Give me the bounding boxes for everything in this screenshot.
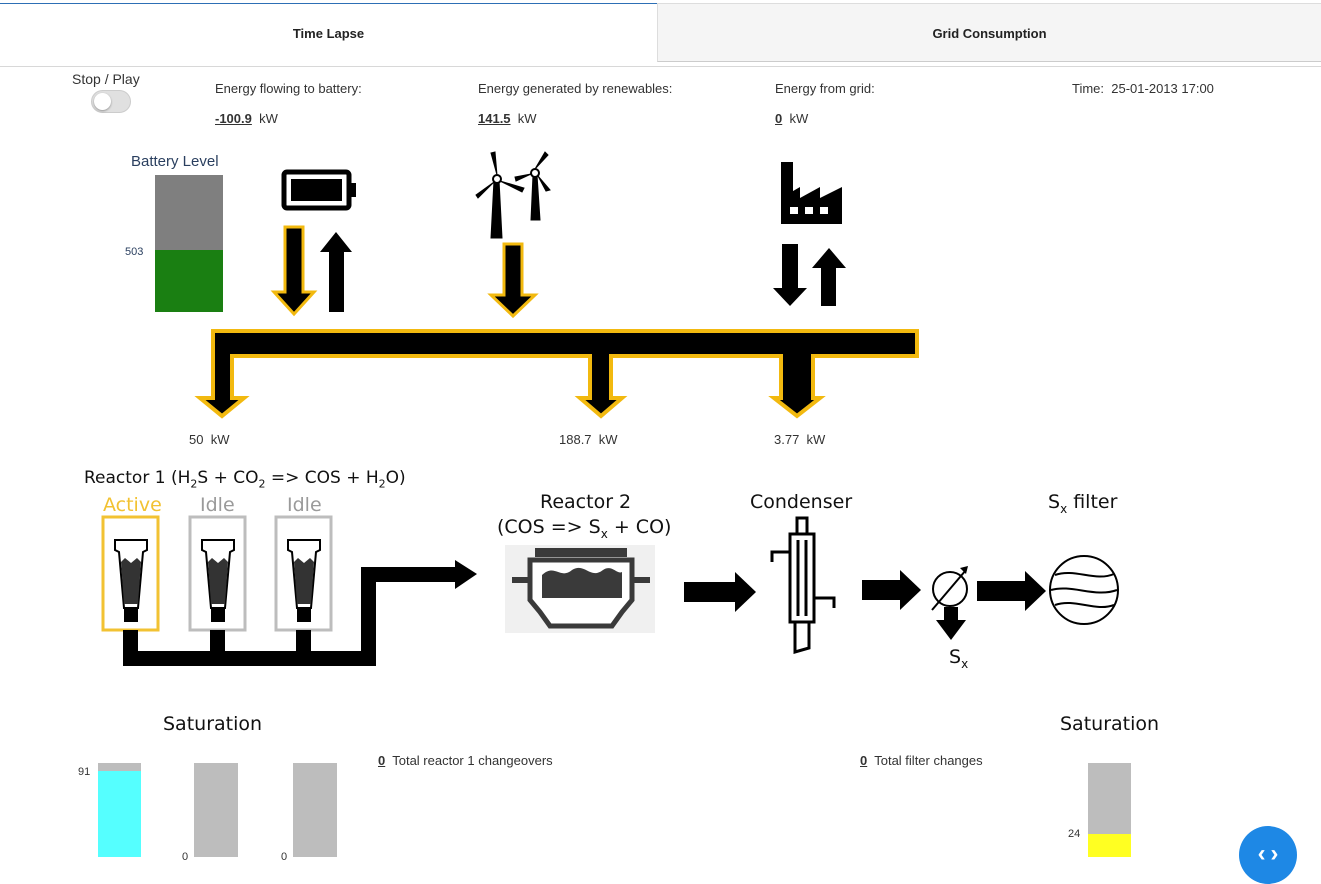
reactor-changeovers-counter: 0 Total reactor 1 changeovers — [378, 753, 553, 768]
reactor1-unit-3-status: Idle — [287, 494, 322, 516]
grid-down-arrow — [773, 244, 807, 306]
factory-icon — [781, 162, 842, 224]
saturation-bar-3-value: 0 — [281, 851, 288, 863]
code-icon: ‹ › — [1257, 840, 1279, 867]
reactor1-unit-1-status: Active — [103, 494, 162, 516]
separator-to-filter-arrow — [977, 571, 1046, 611]
consumer-3-unit: kW — [806, 432, 826, 447]
filter-saturation-bar — [1088, 763, 1131, 857]
reactor2-icon — [505, 545, 655, 633]
filter-title: Sx filter — [1048, 491, 1118, 516]
renewables-down-arrow — [487, 242, 539, 319]
saturation-bar-2 — [194, 763, 238, 857]
battery-down-arrow — [270, 225, 318, 317]
filter-changes-label: Total filter changes — [874, 753, 983, 768]
reactor1-unit-1 — [101, 515, 160, 632]
grid-up-arrow — [812, 248, 846, 306]
reactor2-to-condenser-arrow — [684, 572, 756, 612]
reactor1-unit-2-status: Idle — [200, 494, 235, 516]
condenser-to-separator-arrow — [862, 570, 921, 610]
battery-icon — [281, 169, 356, 211]
condenser-icon — [770, 516, 836, 654]
reactor1-title: Reactor 1 (H2S + CO2 => COS + H2O) — [84, 468, 406, 491]
reactor-changeovers-label: Total reactor 1 changeovers — [392, 753, 553, 768]
power-bus — [194, 329, 919, 419]
filter-changes-value: 0 — [860, 753, 868, 768]
reactor2-title: Reactor 2 — [540, 491, 632, 513]
consumer-1-unit: kW — [210, 432, 230, 447]
saturation-right-title: Saturation — [1060, 713, 1160, 735]
filter-saturation-fill — [1088, 834, 1131, 857]
filter-saturation-value: 24 — [1068, 828, 1081, 840]
reactor1-unit-3 — [274, 515, 333, 632]
saturation-bar-1 — [98, 763, 141, 857]
wind-turbine-icon — [475, 151, 551, 239]
separator-icon — [931, 566, 968, 640]
reactor2-reaction: (COS => Sx + CO) — [497, 516, 672, 541]
battery-up-arrow — [320, 232, 352, 312]
saturation-bar-1-fill — [98, 771, 141, 857]
reactor1-unit-2 — [188, 515, 247, 632]
reactor-changeovers-value: 0 — [378, 753, 386, 768]
saturation-bar-3 — [293, 763, 337, 857]
consumer-1-value: 50 — [189, 432, 204, 447]
consumer-2-readout: 188.7 kW — [559, 432, 618, 447]
saturation-bar-2-value: 0 — [182, 851, 189, 863]
saturation-bar-1-value: 91 — [78, 766, 91, 778]
consumer-1-readout: 50 kW — [189, 432, 229, 447]
code-toggle-button[interactable]: ‹ › — [1239, 826, 1297, 884]
consumer-3-value: 3.77 — [774, 432, 800, 447]
consumer-2-value: 188.7 — [559, 432, 592, 447]
condenser-title: Condenser — [750, 491, 853, 513]
saturation-left-title: Saturation — [163, 713, 263, 735]
filter-icon — [1049, 555, 1119, 625]
sulfur-output-label: Sx — [949, 646, 969, 671]
consumer-2-unit: kW — [598, 432, 618, 447]
filter-changes-counter: 0 Total filter changes — [860, 753, 983, 768]
consumer-3-readout: 3.77 kW — [774, 432, 825, 447]
